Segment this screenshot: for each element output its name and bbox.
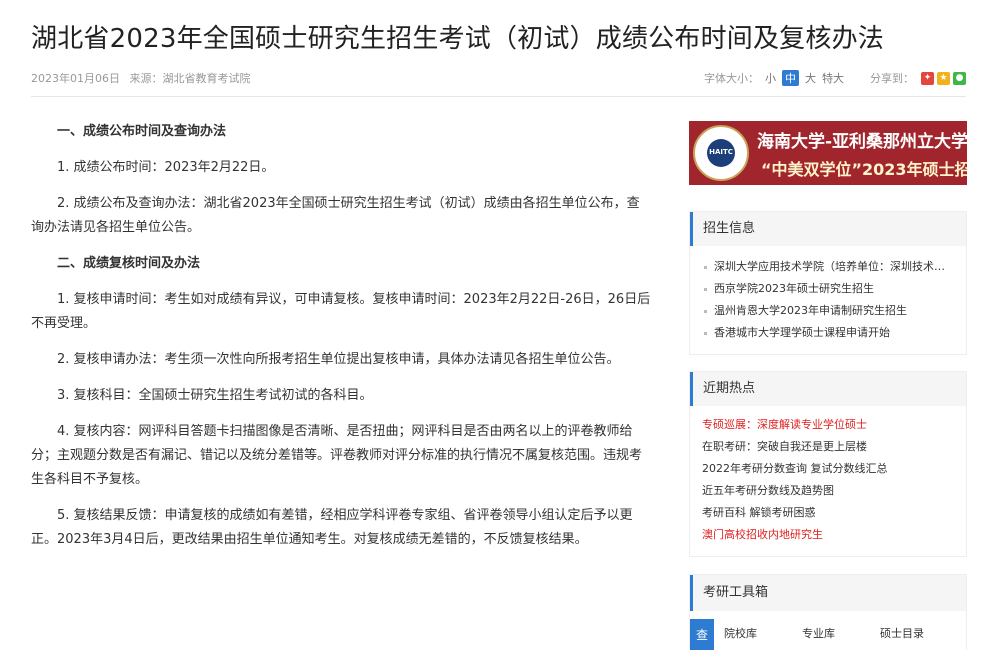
wechat-share-icon[interactable]: ● xyxy=(953,71,966,85)
publish-date: 2023年01月06日 xyxy=(31,72,120,85)
paragraph: 5. 复核结果反馈：申请复核的成绩如有差错，经相应学科评卷专家组、省评卷领导小组… xyxy=(31,508,633,547)
paragraph: 2. 成绩公布及查询办法：湖北省2023年全国硕士研究生招生考试（初试）成绩由各… xyxy=(31,196,640,235)
page-title: 湖北省2023年全国硕士研究生招生考试（初试）成绩公布时间及复核办法 xyxy=(31,24,884,54)
university-logo-icon: HAITC xyxy=(693,125,749,181)
paragraph: 1. 成绩公布时间：2023年2月22日。 xyxy=(57,160,275,175)
list-item[interactable]: 西京学院2023年硕士研究生招生 xyxy=(702,278,954,300)
font-size-large[interactable]: 大 xyxy=(805,70,816,86)
paragraph: 2. 复核申请办法：考生须一次性向所报考招生单位提出复核申请，具体办法请见各招生… xyxy=(57,352,620,367)
query-tab[interactable]: 查 xyxy=(690,619,714,650)
ad-line-2: “中美双学位”2023年硕士招生 xyxy=(761,160,967,179)
font-size-xlarge[interactable]: 特大 xyxy=(822,70,844,86)
panel-title: 考研工具箱 xyxy=(690,575,966,611)
ad-banner[interactable]: HAITC 海南大学-亚利桑那州立大学 “中美双学位”2023年硕士招生 xyxy=(689,121,967,185)
font-size-small[interactable]: 小 xyxy=(765,70,776,86)
font-size-medium[interactable]: 中 xyxy=(782,70,799,86)
ad-line-1: 海南大学-亚利桑那州立大学 xyxy=(757,132,967,152)
article-meta: 2023年01月06日 来源：湖北省教育考试院 xyxy=(31,70,257,86)
list-item[interactable]: 专硕巡展：深度解读专业学位硕士 xyxy=(702,414,954,436)
list-item[interactable]: 在职考研：突破自我还是更上层楼 xyxy=(702,436,954,458)
list-item[interactable]: 深圳大学应用技术学院（培养单位：深圳技术大学） xyxy=(702,256,954,278)
tool-school-library[interactable]: 院校库 xyxy=(724,625,757,641)
section-heading: 二、成绩复核时间及办法 xyxy=(57,256,201,271)
admissions-panel: 招生信息 深圳大学应用技术学院（培养单位：深圳技术大学） 西京学院2023年硕士… xyxy=(689,211,967,355)
tool-major-library[interactable]: 专业库 xyxy=(802,625,835,641)
qzone-share-icon[interactable]: ★ xyxy=(937,71,950,85)
list-item[interactable]: 考研百科 解锁考研困惑 xyxy=(702,502,954,524)
article-tools: 字体大小： 小 中 大 特大 分享到： ✦ ★ ● xyxy=(704,70,966,86)
section-heading: 一、成绩公布时间及查询办法 xyxy=(57,124,227,139)
list-item[interactable]: 香港城市大学理学硕士课程申请开始 xyxy=(702,322,954,344)
share-label: 分享到： xyxy=(870,72,914,85)
font-size-label: 字体大小： xyxy=(704,72,759,85)
hot-topics-panel: 近期热点 专硕巡展：深度解读专业学位硕士 在职考研：突破自我还是更上层楼 202… xyxy=(689,371,967,557)
panel-title: 近期热点 xyxy=(690,372,966,406)
paragraph: 1. 复核申请时间：考生如对成绩有异议，可申请复核。复核申请时间：2023年2月… xyxy=(31,292,651,331)
list-item[interactable]: 温州肯恩大学2023年申请制研究生招生 xyxy=(702,300,954,322)
paragraph: 3. 复核科目：全国硕士研究生招生考试初试的各科目。 xyxy=(57,388,373,403)
list-item[interactable]: 近五年考研分数线及趋势图 xyxy=(702,480,954,502)
paragraph: 4. 复核内容：网评科目答题卡扫描图像是否清晰、是否扭曲；网评科目是否由两名以上… xyxy=(31,424,643,487)
weibo-share-icon[interactable]: ✦ xyxy=(921,71,934,85)
toolbox-panel: 考研工具箱 查 院校库 专业库 硕士目录 xyxy=(689,574,967,650)
article-source: 来源：湖北省教育考试院 xyxy=(129,72,251,85)
tool-master-catalog[interactable]: 硕士目录 xyxy=(880,625,924,641)
list-item[interactable]: 2022年考研分数查询 复试分数线汇总 xyxy=(702,458,954,480)
header-divider xyxy=(31,96,966,97)
toolbox-row: 查 院校库 专业库 硕士目录 xyxy=(690,611,966,650)
list-item[interactable]: 澳门高校招收内地研究生 xyxy=(702,524,954,546)
article-body: 一、成绩公布时间及查询办法 1. 成绩公布时间：2023年2月22日。 2. 成… xyxy=(31,120,651,564)
panel-title: 招生信息 xyxy=(690,212,966,246)
